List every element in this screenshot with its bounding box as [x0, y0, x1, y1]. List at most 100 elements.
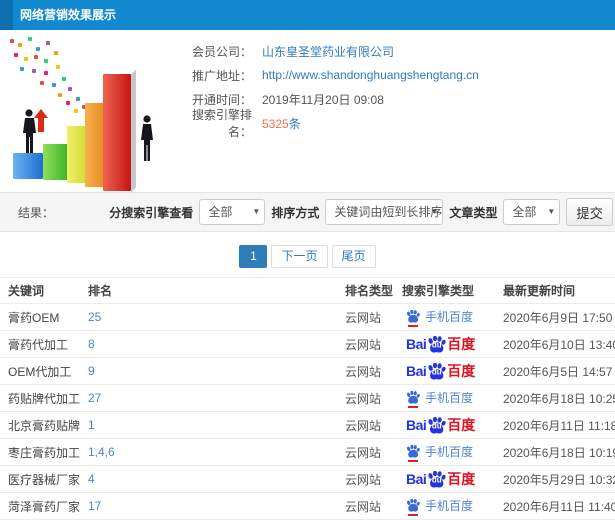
header-keyword: 关键词	[0, 277, 88, 304]
open-time-label: 开通时间：	[191, 92, 252, 107]
rank-type-cell: 云网站	[345, 330, 402, 358]
rank-link[interactable]: 17	[88, 499, 101, 513]
table-row: 菏泽膏药厂家 17 云网站 手机百度 2020年6月11日 11:40	[0, 492, 615, 520]
updated-cell: 2020年6月18日 10:19	[503, 438, 615, 466]
chevron-down-icon: ▼	[252, 207, 261, 216]
baidu-logo-du: du	[431, 475, 442, 485]
rank-link[interactable]: 25	[88, 310, 101, 324]
baidu-logo-du: du	[431, 421, 442, 431]
promo-url-link[interactable]: http://www.shandonghuangshengtang.cn	[262, 68, 479, 82]
mobile-baidu-label: 手机百度	[425, 499, 474, 513]
next-page-button[interactable]: 下一页	[271, 245, 328, 268]
titlebar: 网络营销效果展示	[0, 0, 615, 30]
updated-cell: 2020年6月9日 17:50	[503, 303, 615, 331]
keyword-cell: 医疗器械厂家	[0, 465, 88, 493]
rank-cell: 9	[88, 357, 345, 385]
chevron-down-icon: ▼	[547, 207, 556, 216]
updated-cell: 2020年6月18日 10:25	[503, 384, 615, 412]
table-row: 药贴牌代加工 27 云网站 手机百度 2020年6月18日 10:25	[0, 384, 615, 412]
company-label: 会员公司：	[191, 44, 252, 59]
engine-cell: 手机百度	[402, 303, 503, 331]
baidu-logo: Bai du 百度	[406, 469, 475, 489]
open-time-value: 2019年11月20日 09:08	[262, 92, 384, 107]
engine-cell: Bai du 百度	[402, 357, 503, 385]
baidu-logo-cn: 百度	[447, 471, 476, 487]
rank-cell: 4	[88, 465, 345, 493]
keyword-cell: 北京膏药贴牌	[0, 411, 88, 439]
rank-cell: 17	[88, 492, 345, 520]
chart-bar-green	[43, 144, 68, 180]
mobile-baidu-label: 手机百度	[425, 445, 474, 459]
updated-cell: 2020年6月5日 14:57	[503, 357, 615, 385]
table-header-row: 关键词 排名 排名类型 搜索引擎类型 最新更新时间	[0, 277, 615, 304]
bar-chart-illustration	[0, 33, 180, 191]
businessman-right	[139, 115, 155, 166]
baidu-paw-icon: du	[427, 335, 446, 353]
keyword-cell: OEM代加工	[0, 357, 88, 385]
pagination: 1 下一页 尾页	[0, 245, 615, 268]
info-fields: 会员公司： 山东皇圣堂药业有限公司 推广地址： http://www.shand…	[180, 30, 615, 140]
engine-cell: 手机百度	[402, 384, 503, 412]
chevron-down-icon: ▼	[430, 207, 439, 216]
engine-cell: Bai du 百度	[402, 465, 503, 493]
baidu-logo-bai: Bai	[406, 363, 427, 379]
engine-filter-label: 分搜索引擎查看	[109, 205, 194, 220]
baidu-logo: Bai du 百度	[406, 361, 475, 381]
sort-filter-select[interactable]: 关键词由短到长排序 ▼	[325, 199, 444, 225]
mobile-baidu-paw-icon	[406, 498, 420, 516]
rank-cell: 1	[88, 411, 345, 439]
mobile-baidu-logo: 手机百度	[406, 308, 473, 327]
last-page-button[interactable]: 尾页	[331, 245, 376, 268]
filter-bar: 结果： 分搜索引擎查看 全部 ▼ 排序方式 关键词由短到长排序 ▼ 文章类型 全…	[0, 192, 615, 232]
info-row-rank-count: 搜索引擎排名： 5325条	[180, 108, 615, 139]
mobile-baidu-logo: 手机百度	[406, 497, 474, 516]
header-updated: 最新更新时间	[503, 277, 615, 304]
engine-cell: Bai du 百度	[402, 411, 503, 439]
submit-button[interactable]: 提交	[566, 198, 613, 226]
rank-link[interactable]: 1	[88, 418, 95, 432]
rank-link[interactable]: 8	[88, 337, 95, 351]
rank-cell: 1,4,6	[88, 438, 345, 466]
rank-link[interactable]: 4	[88, 472, 95, 486]
rank-link[interactable]: 1,4,6	[88, 445, 115, 459]
titlebar-left-accent	[0, 0, 13, 30]
baidu-paw-icon: du	[427, 362, 446, 380]
table-row: 膏药代加工 8 云网站 Bai du 百度 2020年6月10日 13:40	[0, 330, 615, 358]
info-section: 会员公司： 山东皇圣堂药业有限公司 推广地址： http://www.shand…	[0, 30, 615, 192]
engine-filter-select[interactable]: 全部 ▼	[199, 199, 266, 225]
businessman-left	[21, 109, 38, 158]
rank-type-cell: 云网站	[345, 384, 402, 412]
baidu-logo-cn: 百度	[447, 336, 476, 352]
info-row-company: 会员公司： 山东皇圣堂药业有限公司	[180, 39, 615, 63]
article-type-select[interactable]: 全部 ▼	[503, 199, 561, 225]
table-row: 医疗器械厂家 4 云网站 Bai du 百度 2020年5月29日 10:32	[0, 465, 615, 493]
rank-type-cell: 云网站	[345, 411, 402, 439]
updated-cell: 2020年6月11日 11:18	[503, 411, 615, 439]
mobile-baidu-paw-icon	[406, 309, 420, 327]
baidu-logo-bai: Bai	[406, 471, 427, 487]
results-table: 关键词 排名 排名类型 搜索引擎类型 最新更新时间 膏药OEM 25 云网站 手机百度…	[0, 277, 615, 520]
keyword-cell: 膏药OEM	[0, 303, 88, 331]
header-rank: 排名	[88, 277, 345, 304]
baidu-paw-icon: du	[427, 470, 446, 488]
baidu-logo: Bai du 百度	[406, 415, 475, 435]
page-button-1[interactable]: 1	[239, 245, 268, 268]
engine-cell: Bai du 百度	[402, 330, 503, 358]
keyword-cell: 枣庄膏药加工	[0, 438, 88, 466]
chart-bar-red	[103, 74, 131, 191]
baidu-logo-cn: 百度	[447, 417, 476, 433]
keyword-cell: 膏药代加工	[0, 330, 88, 358]
header-engine-type: 搜索引擎类型	[402, 277, 503, 304]
rank-cell: 27	[88, 384, 345, 412]
company-link[interactable]: 山东皇圣堂药业有限公司	[262, 43, 394, 60]
engine-cell: 手机百度	[402, 492, 503, 520]
rank-link[interactable]: 27	[88, 391, 101, 405]
table-row: 枣庄膏药加工 1,4,6 云网站 手机百度 2020年6月18日 10:19	[0, 438, 615, 466]
rank-link[interactable]: 9	[88, 364, 95, 378]
rank-cell: 25	[88, 303, 345, 331]
rank-type-cell: 云网站	[345, 357, 402, 385]
baidu-logo: Bai du 百度	[406, 334, 475, 354]
keyword-cell: 菏泽膏药厂家	[0, 492, 88, 520]
rank-type-cell: 云网站	[345, 492, 402, 520]
table-row: 北京膏药贴牌 1 云网站 Bai du 百度 2020年6月11日 11:18	[0, 411, 615, 439]
